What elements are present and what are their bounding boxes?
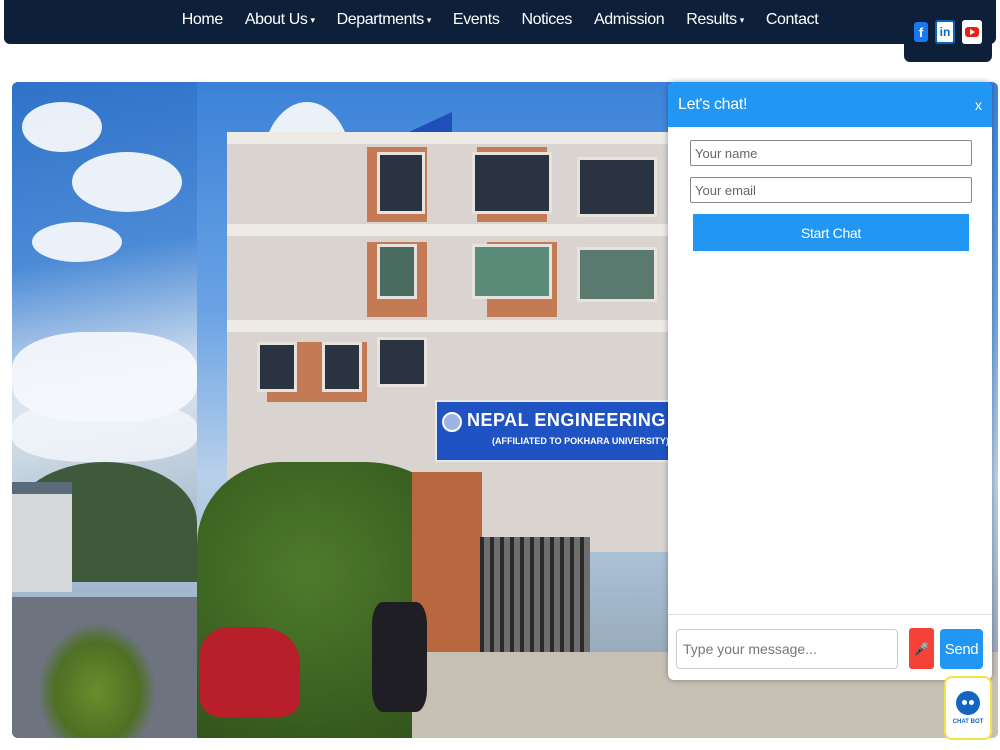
microphone-icon: 🎤 [914,641,929,656]
nav-label: Results [686,11,737,28]
top-navigation: Home About Us ▾ Departments ▾ Events Notic… [4,0,996,62]
chat-panel: Let's chat! x Start Chat 🎤 Send [668,82,992,680]
send-button[interactable]: Send [940,629,983,669]
motorbike [372,602,427,712]
start-chat-button[interactable]: Start Chat [693,214,969,251]
nav-label: About Us [244,11,308,28]
nav-item-home[interactable]: Home [171,11,234,29]
college-logo [442,412,462,432]
college-sign: NEPAL ENGINEERING COL (AFFILIATED TO POK… [435,400,710,462]
nav-menu: Home About Us ▾ Departments ▾ Events Notic… [4,0,996,40]
chevron-down-icon: ▾ [739,14,745,25]
sky-background [12,82,197,512]
nav-item-about-us[interactable]: About Us ▾ [234,11,326,29]
sign-subtitle: (AFFILIATED TO POKHARA UNIVERSITY) [492,436,669,446]
page: Home About Us ▾ Departments ▾ Events Notic… [0,0,1000,750]
nav-label: Departments [336,11,425,28]
nav-item-notices[interactable]: Notices [510,11,583,29]
chatbot-button[interactable]: CHAT BOT [944,676,992,740]
nav-label: Admission [594,11,665,28]
gate [480,537,590,657]
message-input[interactable] [676,629,898,669]
chevron-down-icon: ▾ [426,14,432,25]
nav-item-contact[interactable]: Contact [755,11,829,29]
nav-label: Contact [765,11,819,28]
linkedin-icon[interactable]: in [935,20,955,44]
motorbike [200,627,300,717]
nav-label: Home [181,11,223,28]
nav-item-departments[interactable]: Departments ▾ [326,11,442,29]
nav-item-events[interactable]: Events [442,11,511,29]
facebook-icon[interactable]: f [914,22,928,42]
youtube-icon[interactable] [962,20,982,44]
nav-item-results[interactable]: Results ▾ [675,11,755,29]
nav-label: Notices [521,11,572,28]
close-icon[interactable]: x [975,97,982,113]
chatbot-label: CHAT BOT [952,719,984,725]
chat-title: Let's chat! [678,95,748,113]
name-field[interactable] [690,140,972,166]
nav-item-admission[interactable]: Admission [583,11,675,29]
plants [37,622,157,738]
nav-label: Events [452,11,500,28]
microphone-button[interactable]: 🎤 [909,628,934,669]
social-links: f in [904,8,992,62]
chat-footer: 🎤 Send [668,614,992,680]
chat-header: Let's chat! x [668,82,992,127]
chevron-down-icon: ▾ [310,14,315,25]
email-field[interactable] [690,177,972,203]
robot-icon [956,691,980,715]
house [12,482,72,592]
